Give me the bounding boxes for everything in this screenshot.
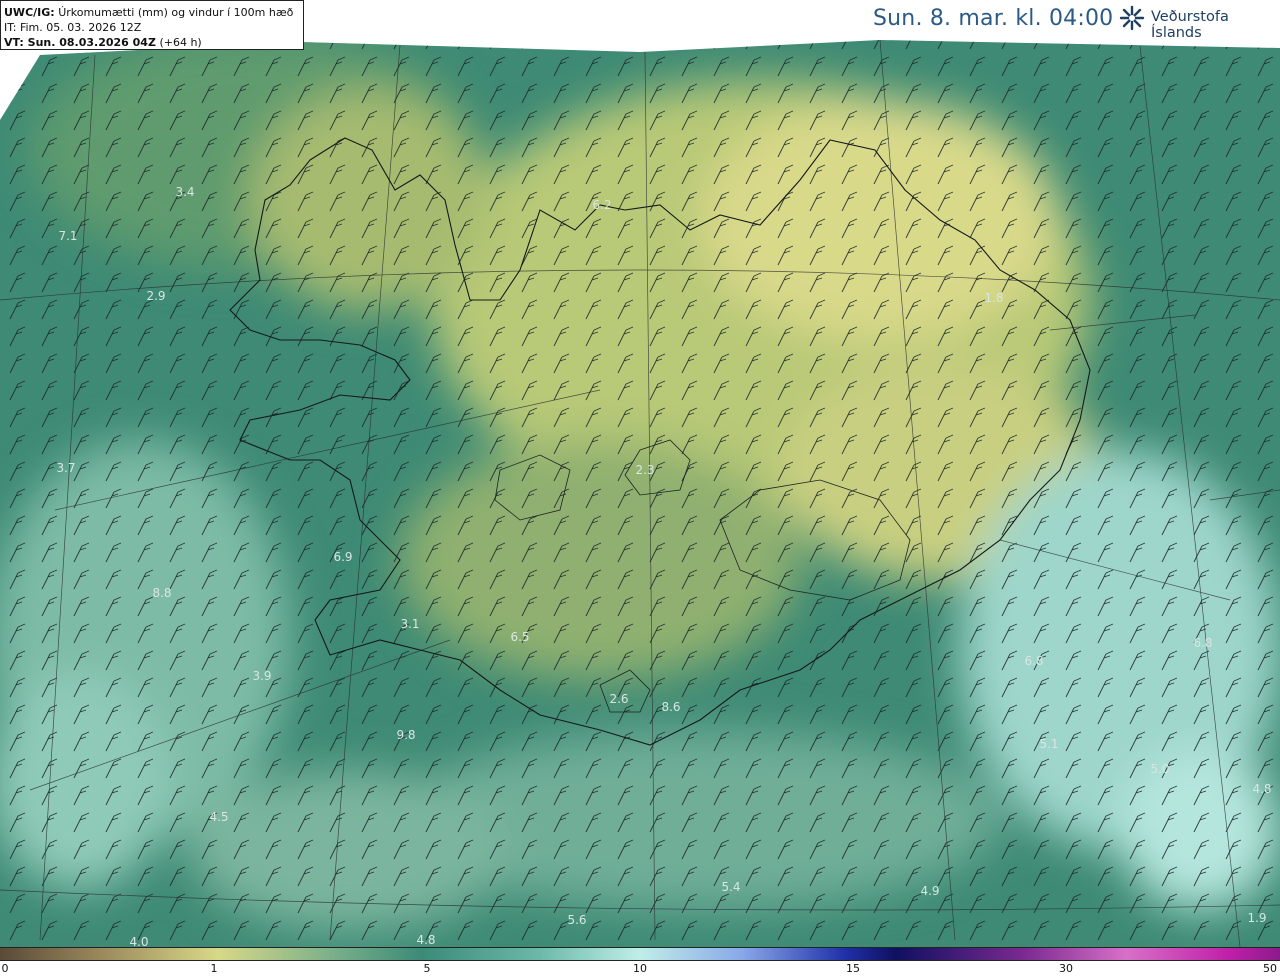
map-label: 2.6 [609, 692, 628, 706]
map-label: 3.9 [252, 669, 271, 683]
map-label: 4.8 [416, 933, 435, 947]
map-title: Sun. 8. mar. kl. 04:00 [873, 5, 1114, 31]
map-label: 3.1 [400, 617, 419, 631]
map-label: 4.8 [1252, 782, 1271, 796]
valid-time: VT: Sun. 08.03.2026 04Z [4, 36, 156, 49]
map-label: 6.5 [510, 630, 529, 644]
snowflake-logo-icon [1119, 5, 1145, 31]
map-label: 3.7 [56, 461, 75, 475]
colorbar-tick: 0 [1, 962, 9, 975]
colorbar-tick: 5 [423, 962, 431, 975]
variable-description: Úrkomumætti (mm) og vindur í 100m hæð [58, 6, 294, 19]
weather-map: 3.4 7.1 2.9 6.2 1.8 3.7 2.3 6.9 8.8 3.1 … [0, 40, 1280, 947]
colorbar-tick: 30 [1059, 962, 1073, 975]
forecast-info-box: UWC/IG: Úrkomumætti (mm) og vindur í 100… [0, 0, 304, 50]
map-label: 3.4 [175, 185, 194, 199]
logo-wordmark: Veðurstofa Íslands [1151, 9, 1229, 41]
map-label: 1.9 [1247, 911, 1266, 925]
map-label: 5.6 [567, 913, 586, 927]
map-label: 8.6 [661, 700, 680, 714]
model-label: UWC/IG: [4, 6, 55, 19]
colorbar [0, 947, 1280, 961]
map-label: 2.3 [635, 463, 654, 477]
map-label: 1.8 [984, 291, 1003, 305]
map-label: 6.2 [592, 198, 611, 212]
colorbar-tick: 15 [846, 962, 860, 975]
map-label: 5.4 [721, 880, 740, 894]
map-label: 5.1 [1039, 737, 1058, 751]
map-label: 4.5 [209, 810, 228, 824]
map-label: 8.8 [152, 586, 171, 600]
map-label: 4.9 [920, 884, 939, 898]
map-label: 2.9 [146, 289, 165, 303]
initial-time: IT: Fim. 05. 03. 2026 12Z [4, 21, 142, 34]
colorbar-tick: 10 [633, 962, 647, 975]
colorbar-tick: 1 [210, 962, 218, 975]
map-label: 9.8 [396, 728, 415, 742]
valid-offset: (+64 h) [159, 36, 202, 49]
map-label: 5.0 [1150, 762, 1169, 776]
map-label: 7.1 [58, 229, 77, 243]
map-label: 6.9 [333, 550, 352, 564]
map-label: 6.8 [1024, 654, 1043, 668]
map-label: 6.8 [1193, 636, 1212, 650]
colorbar-tick: 50 [1263, 962, 1277, 975]
map-label: 4.0 [129, 935, 148, 947]
